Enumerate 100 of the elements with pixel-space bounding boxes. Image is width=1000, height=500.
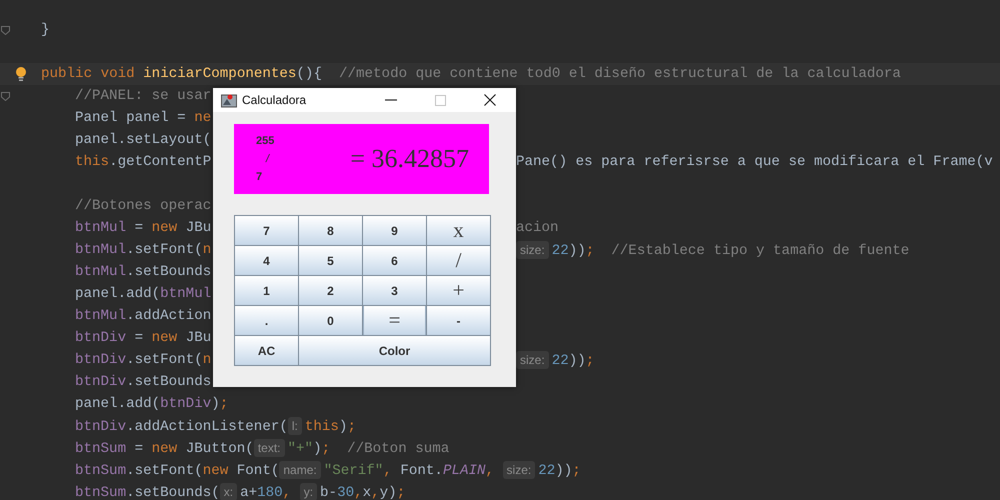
fold-icon[interactable] [1,26,10,34]
calculator-key[interactable]: 0 [298,305,363,336]
code-token: 22 [552,244,569,258]
code-token: btnDiv [75,331,126,345]
code-token: 30 [337,486,354,500]
calculator-key[interactable]: 6 [362,245,427,276]
calculator-key[interactable]: + [426,275,491,306]
calculator-key[interactable]: AC [234,335,299,366]
code-token: Pane() es para referisrse a que se modificara el Frame(v [516,155,993,169]
code-token: Font( [236,464,280,478]
code-token: , [383,464,393,478]
code-token: new [152,221,178,235]
code-token: JBu [186,331,212,345]
calculator-key[interactable]: = [362,305,427,336]
code-token: = [134,221,144,235]
code-token: )) [555,464,572,478]
calculator-key[interactable]: 8 [298,215,363,246]
calculator-key[interactable]: - [426,305,491,336]
code-token: ; [396,486,406,500]
code-token: .setFont( [126,243,203,257]
code-token: = [134,442,144,456]
code-token: , [486,464,496,478]
code-token: ; [572,464,581,478]
code-token: this [75,155,110,169]
code-token: iniciarComponentes [143,67,296,81]
code-token: .setFont( [126,353,203,367]
code-token: .setBounds [126,375,212,389]
parameter-hint: text: [254,439,285,457]
code-token: } [41,23,50,37]
code-token: btnSum [75,464,126,478]
operand-text: 7 [256,171,264,183]
code-token: ; [220,397,228,411]
result-text: = 36.42857 [350,144,469,174]
parameter-hint: y: [300,483,318,500]
calculator-key[interactable]: 2 [298,275,363,306]
parameter-hint: size: [516,351,549,369]
code-token: btnDiv [160,397,212,411]
code-token: btnMul [75,265,126,279]
calculator-key[interactable]: / [426,245,491,276]
calculator-key[interactable]: 1 [234,275,299,306]
code-token: ; [322,442,330,456]
code-token: n [202,243,212,257]
code-token: Panel panel = [75,111,187,125]
code-token: n [202,353,212,367]
code-token: PLAIN [442,464,486,478]
code-token: 180 [257,486,283,500]
code-comment: acion [516,221,559,235]
code-token: btnDiv [75,420,126,434]
code-token: x [362,486,372,500]
code-token: btnDiv [75,353,126,367]
code-token: btnSum [75,486,126,500]
code-token: = [134,331,144,345]
calculator-key[interactable]: 4 [234,245,299,276]
code-token: btnMul [160,287,212,301]
lightbulb-icon[interactable] [15,66,27,82]
code-token: 22 [538,464,556,478]
code-token: btnSum [75,442,126,456]
calculator-key[interactable]: 5 [298,245,363,276]
calculator-key[interactable]: 3 [362,275,427,306]
code-comment: //Boton suma [347,442,450,456]
code-token: (){ [296,67,322,81]
calculator-key[interactable]: 7 [234,215,299,246]
parameter-hint: size: [502,461,536,479]
code-token: , [371,486,380,500]
parameter-hint: size: [516,241,549,259]
code-token: JButton( [186,442,254,456]
app-icon [221,92,237,108]
code-token: panel.add( [75,287,160,301]
calculator-key[interactable]: . [234,305,299,336]
code-token: new [152,442,178,456]
code-token: ) [338,420,348,434]
calculator-key[interactable]: x [426,215,491,246]
code-token: panel.add( [75,397,160,411]
code-token: this [304,420,339,434]
code-token: btnDiv [75,375,126,389]
calculator-key[interactable]: Color [298,335,491,366]
code-token: .setBounds( [126,486,220,500]
code-token: "Serif" [324,464,384,478]
code-token: b- [320,486,338,500]
parameter-hint: name: [279,461,321,479]
close-icon[interactable] [484,94,496,106]
code-token: ; [586,354,594,368]
code-token: .setBounds [126,265,212,279]
parameter-hint: l: [288,417,302,435]
code-comment: //PANEL: se usar [75,89,212,103]
code-comment: //Botones operac [75,199,212,213]
code-token: .setFont( [126,464,203,478]
code-token: ne [194,111,212,125]
code-token: new [152,331,178,345]
code-comment: //Establece tipo y tamaño de fuente [611,244,910,258]
code-token: btnMul [75,309,126,323]
operator-text: / [264,153,271,165]
code-token: ) [313,442,322,456]
operand-text: 255 [256,135,274,147]
code-token: .addAction [126,309,212,323]
code-token: y) [380,486,397,500]
fold-icon[interactable] [1,92,10,100]
code-token: )) [568,244,586,258]
calculator-key[interactable]: 9 [362,215,427,246]
code-token: , [354,486,363,500]
